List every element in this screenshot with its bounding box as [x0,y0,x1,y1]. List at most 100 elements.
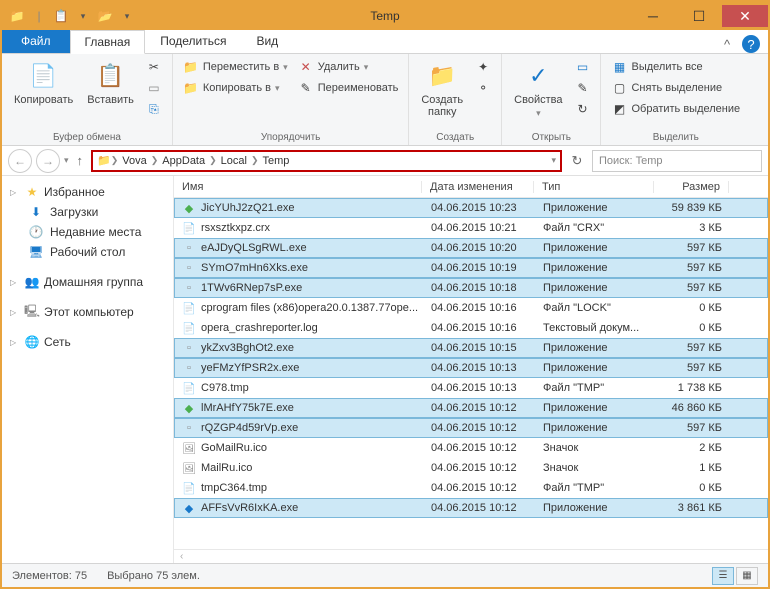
new-item-button[interactable]: ✦ [473,58,493,76]
file-row[interactable]: ◆AFFsVvR6IxKA.exe04.06.2015 10:12Приложе… [174,498,768,518]
help-icon[interactable]: ? [742,35,760,53]
copy-path-button[interactable]: ▭ [144,79,164,97]
file-row[interactable]: 📄opera_crashreporter.log04.06.2015 10:16… [174,318,768,338]
file-row[interactable]: ▫1TWv6RNep7sP.exe04.06.2015 10:18Приложе… [174,278,768,298]
move-to-button[interactable]: 📁Переместить в▾ [181,58,290,76]
file-icon: 🖼 [181,440,197,456]
tab-home[interactable]: Главная [70,30,146,54]
breadcrumb-segment[interactable]: Vova [118,155,150,167]
recent-dropdown-icon[interactable]: ▾ [64,155,69,166]
search-input[interactable]: Поиск: Temp [592,150,762,172]
qat-dropdown-icon[interactable]: ▾ [74,7,92,25]
rename-button[interactable]: ✎Переименовать [296,79,401,97]
up-button[interactable]: ↑ [73,153,88,168]
history-button[interactable]: ↻ [572,100,592,118]
column-name[interactable]: Имя [174,181,422,193]
file-icon: ▫ [181,280,197,296]
file-row[interactable]: ▫ykZxv3BghOt2.exe04.06.2015 10:15Приложе… [174,338,768,358]
sidebar-recent[interactable]: 🕐Недавние места [2,222,173,242]
breadcrumb-segment[interactable]: AppData [158,155,209,167]
delete-button[interactable]: ✕Удалить▾ [296,58,401,76]
file-size: 597 КБ [655,262,730,274]
close-button[interactable]: ✕ [722,5,768,27]
file-row[interactable]: ▫yeFMzYfPSR2x.exe04.06.2015 10:13Приложе… [174,358,768,378]
forward-button[interactable]: → [36,149,60,173]
chevron-right-icon[interactable]: ❯ [251,155,259,166]
new-folder-button[interactable]: 📁 Создать папку [417,58,467,120]
file-type: Приложение [535,362,655,374]
copy-button[interactable]: 📄 Копировать [10,58,77,108]
paste-shortcut-button[interactable]: ⎘ [144,100,164,118]
file-row[interactable]: 📄tmpC364.tmp04.06.2015 10:12Файл "TMP"0 … [174,478,768,498]
details-view-button[interactable]: ☰ [712,567,734,585]
column-date[interactable]: Дата изменения [422,181,534,193]
titlebar: 📁 | 📋 ▾ 📂 ▾ Temp ─ ☐ ✕ [2,2,768,30]
qat-menu-icon[interactable]: ▾ [118,7,136,25]
column-type[interactable]: Тип [534,181,654,193]
file-row[interactable]: 🖼MailRu.ico04.06.2015 10:12Значок1 КБ [174,458,768,478]
file-row[interactable]: 📄rsxsztkxpz.crx04.06.2015 10:21Файл "CRX… [174,218,768,238]
file-row[interactable]: ◆JicYUhJ2zQ21.exe04.06.2015 10:23Приложе… [174,198,768,218]
desktop-icon: 🖥 [28,244,44,260]
sidebar-thispc[interactable]: ▷🖳Этот компьютер [2,302,173,322]
file-row[interactable]: ◆lMrAHfY75k7E.exe04.06.2015 10:12Приложе… [174,398,768,418]
tab-file[interactable]: Файл [2,29,70,53]
sidebar-network[interactable]: ▷🌐Сеть [2,332,173,352]
sidebar-homegroup[interactable]: ▷👥Домашняя группа [2,272,173,292]
maximize-button[interactable]: ☐ [676,5,722,27]
back-button[interactable]: ← [8,149,32,173]
properties-icon[interactable]: 📋 [52,7,70,25]
status-selected-count: Выбрано 75 элем. [107,570,200,582]
file-row[interactable]: 📄cprogram files (x86)opera20.0.1387.77op… [174,298,768,318]
icons-view-button[interactable]: ▦ [736,567,758,585]
file-row[interactable]: 🖼GoMailRu.ico04.06.2015 10:12Значок2 КБ [174,438,768,458]
chevron-right-icon[interactable]: ❯ [111,155,119,166]
minimize-button[interactable]: ─ [630,5,676,27]
open-folder-icon[interactable]: 📂 [96,7,114,25]
chevron-right-icon[interactable]: ❯ [209,155,217,166]
file-name: AFFsVvR6IxKA.exe [201,502,298,514]
deselect-button[interactable]: ▢Снять выделение [609,79,742,97]
sidebar-favorites[interactable]: ▷★Избранное [2,182,173,202]
minimize-ribbon-icon[interactable]: ^ [718,35,736,53]
file-icon: 📄 [181,320,197,336]
cut-button[interactable]: ✂ [144,58,164,76]
file-date: 04.06.2015 10:18 [423,282,535,294]
file-date: 04.06.2015 10:15 [423,342,535,354]
file-icon: ▫ [181,420,197,436]
chevron-right-icon[interactable]: ❯ [151,155,159,166]
file-icon: ◆ [181,500,197,516]
file-type: Приложение [535,242,655,254]
select-all-button[interactable]: ▦Выделить все [609,58,742,76]
horizontal-scrollbar[interactable]: ‹ [174,549,768,563]
open-button[interactable]: ▭ [572,58,592,76]
quick-access-toolbar: 📁 | 📋 ▾ 📂 ▾ [2,7,136,25]
refresh-button[interactable]: ↻ [566,150,588,172]
breadcrumb[interactable]: 📁 ❯ Vova ❯ AppData ❯ Local ❯ Temp ▾ [91,150,562,172]
breadcrumb-segment[interactable]: Temp [259,155,294,167]
status-bar: Элементов: 75 Выбрано 75 элем. ☰ ▦ [2,563,768,587]
invert-selection-button[interactable]: ◩Обратить выделение [609,100,742,118]
easy-access-button[interactable]: ⚬ [473,79,493,97]
file-type: Файл "TMP" [535,482,655,494]
column-size[interactable]: Размер [654,181,729,193]
paste-button[interactable]: 📋 Вставить [83,58,138,108]
file-row[interactable]: 📄C978.tmp04.06.2015 10:13Файл "TMP"1 738… [174,378,768,398]
file-row[interactable]: ▫SYmO7mHn6Xks.exe04.06.2015 10:19Приложе… [174,258,768,278]
tab-share[interactable]: Поделиться [145,29,241,53]
file-name: GoMailRu.ico [201,442,267,454]
paste-label: Вставить [87,94,134,106]
breadcrumb-dropdown-icon[interactable]: ▾ [551,155,556,166]
breadcrumb-segment[interactable]: Local [217,155,251,167]
file-icon: ◆ [181,400,197,416]
sidebar-desktop[interactable]: 🖥Рабочий стол [2,242,173,262]
file-row[interactable]: ▫rQZGP4d59rVp.exe04.06.2015 10:12Приложе… [174,418,768,438]
sidebar-downloads[interactable]: ⬇Загрузки [2,202,173,222]
file-date: 04.06.2015 10:16 [423,302,535,314]
properties-button[interactable]: ✓ Свойства ▾ [510,58,566,121]
file-type: Приложение [535,262,655,274]
edit-button[interactable]: ✎ [572,79,592,97]
file-row[interactable]: ▫eAJDyQLSgRWL.exe04.06.2015 10:20Приложе… [174,238,768,258]
copy-to-button[interactable]: 📁Копировать в▾ [181,79,290,97]
tab-view[interactable]: Вид [241,29,293,53]
